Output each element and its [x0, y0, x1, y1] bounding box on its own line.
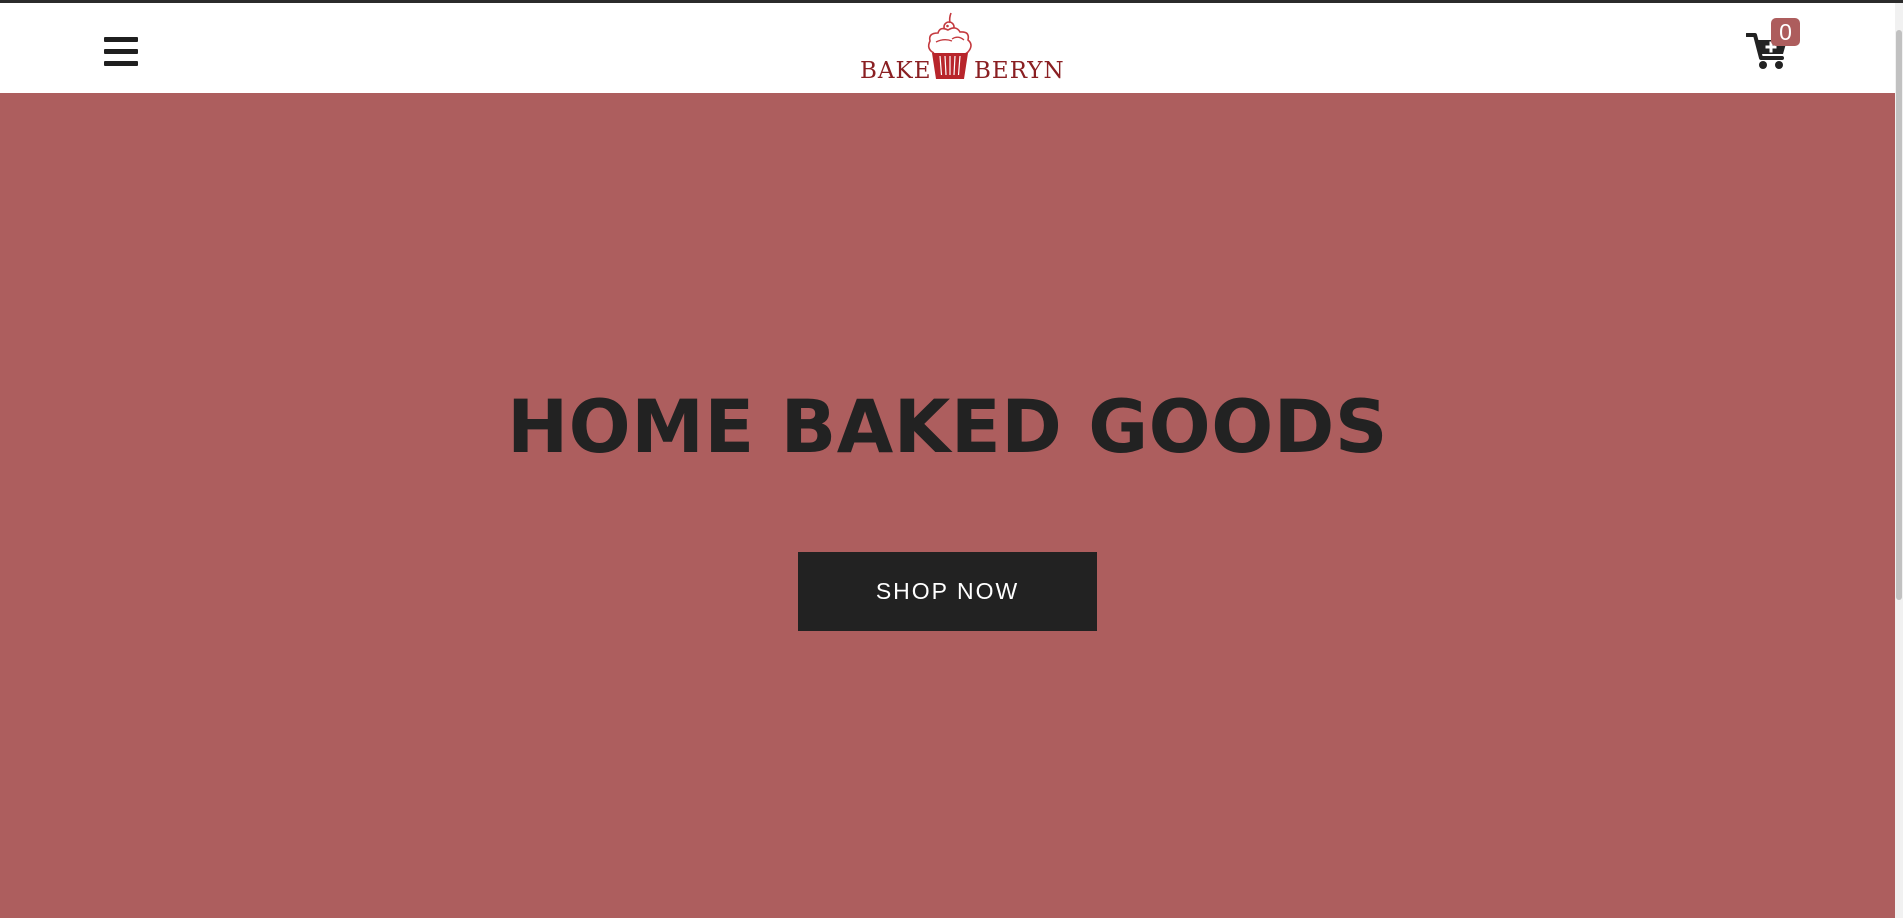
hero-banner: HOME BAKED GOODS SHOP NOW — [0, 93, 1895, 918]
cart-count-badge: 0 — [1771, 18, 1800, 46]
page-scrollbar[interactable] — [1895, 3, 1903, 918]
site-header: BAKE BERYN 0 — [0, 3, 1895, 93]
shop-now-button[interactable]: SHOP NOW — [798, 552, 1097, 631]
menu-bar — [104, 61, 138, 66]
cupcake-logo-icon — [927, 12, 972, 79]
logo-word-right: BERYN — [974, 58, 1065, 84]
hamburger-menu-icon[interactable] — [104, 36, 138, 68]
scrollbar-thumb[interactable] — [1896, 30, 1902, 600]
menu-bar — [104, 49, 138, 54]
menu-bar — [104, 37, 138, 42]
logo-word-left: BAKE — [860, 58, 932, 84]
cart-button[interactable]: 0 — [1746, 17, 1802, 75]
site-logo[interactable]: BAKE BERYN — [858, 9, 1064, 89]
hero-title: HOME BAKED GOODS — [507, 385, 1388, 470]
page: BAKE BERYN 0 HOME BAKED GOODS SHOP NOW — [0, 0, 1903, 918]
